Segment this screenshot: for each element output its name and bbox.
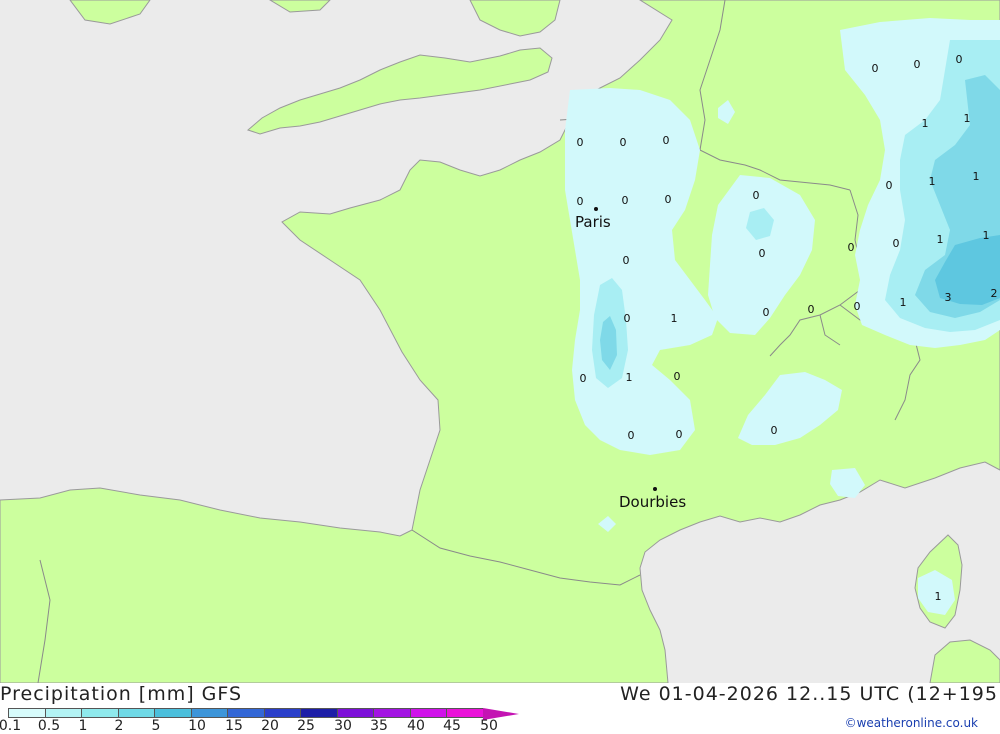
legend-tick: 20 [261,718,279,734]
legend-swatch [263,708,300,718]
value-label: 0 [956,53,963,66]
value-label: 0 [665,193,672,206]
value-label: 1 [973,170,980,183]
value-label: 0 [848,241,855,254]
value-label: 0 [623,254,630,267]
value-label: 1 [900,296,907,309]
legend-tick: 35 [370,718,388,734]
value-label: 1 [937,233,944,246]
value-label: 0 [663,134,670,147]
value-label: 0 [854,300,861,313]
map-title: Precipitation [mm] GFS [0,683,243,705]
map-canvas: 0 0 0 0 0 0 0 0 0 0 0 1 0 1 0 0 0 0 0 0 … [0,0,1000,684]
value-label: 0 [808,303,815,316]
city-marker [653,487,657,491]
city-label: Paris [575,213,611,231]
value-label: 0 [893,237,900,250]
value-label: 1 [983,229,990,242]
city-label: Dourbies [619,493,686,511]
legend-tick: 50 [480,718,498,734]
value-label: 1 [964,112,971,125]
credit-link[interactable]: ©weatheronline.co.uk [845,716,978,730]
legend-bar: Precipitation [mm] GFS We 01-04-2026 12.… [0,683,1000,734]
value-label: 0 [577,195,584,208]
legend-tick: 40 [407,718,425,734]
value-label: 0 [914,58,921,71]
legend-tick: 2 [114,718,124,734]
value-label: 1 [671,312,678,325]
legend-swatch [190,708,227,718]
legend-swatch [44,708,81,718]
value-label: 0 [753,189,760,202]
value-label: 0 [628,429,635,442]
legend-tick: 10 [188,718,206,734]
value-label: 0 [580,372,587,385]
value-label: 0 [763,306,770,319]
value-label: 3 [945,291,952,304]
legend-tick: 45 [443,718,461,734]
value-label: 1 [626,371,633,384]
forecast-datetime: We 01-04-2026 12..15 UTC (12+195 [620,683,998,705]
city-marker [594,207,598,211]
value-label: 0 [771,424,778,437]
legend-swatch [154,708,191,718]
value-label: 0 [872,62,879,75]
value-label: 1 [922,117,929,130]
legend-tick: 0.1 [0,718,22,734]
value-label: 0 [674,370,681,383]
legend-tick: 1 [78,718,88,734]
value-label: 1 [929,175,936,188]
legend-swatch [8,708,45,718]
legend-swatch [409,708,446,718]
value-label: 0 [676,428,683,441]
value-label: 0 [759,247,766,260]
legend-swatch [81,708,118,718]
legend-swatch [446,708,483,718]
legend-swatch [373,708,410,718]
legend-swatch [300,708,337,718]
value-label: 0 [622,194,629,207]
legend-swatch [117,708,154,718]
value-label: 0 [620,136,627,149]
value-label: 2 [991,287,998,300]
legend-tick: 5 [151,718,161,734]
legend-swatch [227,708,264,718]
precipitation-map: 0 0 0 0 0 0 0 0 0 0 0 1 0 1 0 0 0 0 0 0 … [0,0,1000,684]
legend-tick: 30 [334,718,352,734]
value-label: 0 [624,312,631,325]
value-label: 0 [577,136,584,149]
value-label: 1 [935,590,942,603]
legend-swatch [336,708,373,718]
legend-tick: 25 [297,718,315,734]
legend-ticks: 0.1 0.5 1 2 5 10 15 20 25 30 35 40 45 50 [0,718,520,734]
value-label: 0 [886,179,893,192]
legend-tick: 15 [225,718,243,734]
legend-tick: 0.5 [37,718,61,734]
